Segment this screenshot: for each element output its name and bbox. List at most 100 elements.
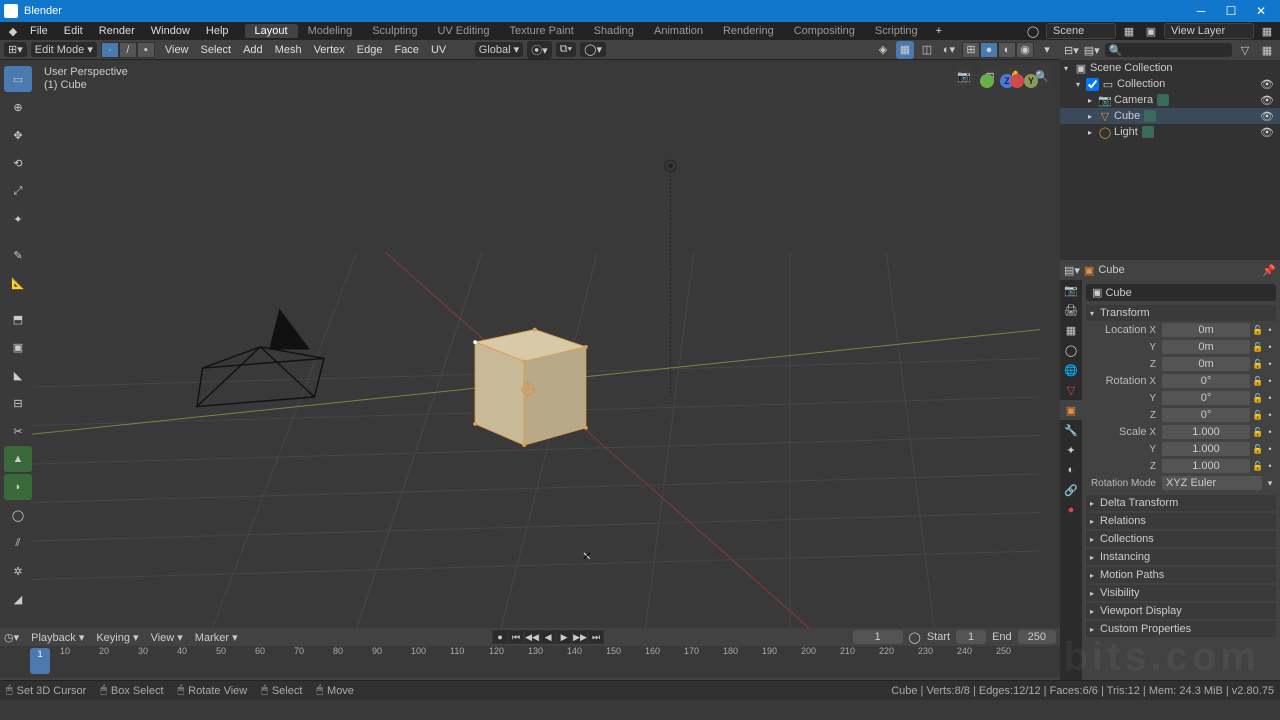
axis-y-pos[interactable]: Y bbox=[1024, 74, 1038, 88]
physics-tab[interactable]: ◐ bbox=[1060, 460, 1082, 480]
rip-tool[interactable]: ◢ bbox=[4, 586, 32, 612]
loc-y-field[interactable]: 0m bbox=[1162, 340, 1250, 354]
mode-selector[interactable]: Edit Mode ▾ bbox=[31, 42, 97, 57]
visibility-toggle[interactable]: 👁 bbox=[1260, 110, 1274, 123]
polybuild-tool[interactable]: ▲ bbox=[4, 446, 32, 472]
measure-tool[interactable]: 📐 bbox=[4, 270, 32, 296]
menu-render[interactable]: Render bbox=[91, 25, 143, 37]
rot-x-field[interactable]: 0° bbox=[1162, 374, 1250, 388]
viewlayer-tab[interactable]: ▦ bbox=[1060, 320, 1082, 340]
lock-icon[interactable]: 🔓 bbox=[1252, 325, 1264, 336]
rotation-mode-field[interactable]: XYZ Euler bbox=[1162, 476, 1262, 490]
menu-edit[interactable]: Edit bbox=[56, 25, 91, 37]
object-tab[interactable]: ▣ bbox=[1060, 400, 1082, 420]
workspace-tab-rendering[interactable]: Rendering bbox=[713, 24, 784, 38]
proportional-button[interactable]: ◯▾ bbox=[580, 42, 606, 57]
rot-z-field[interactable]: 0° bbox=[1162, 408, 1250, 422]
object-name-field[interactable]: ▣ Cube bbox=[1086, 284, 1276, 301]
tl-menu-keying[interactable]: Keying ▾ bbox=[90, 632, 144, 644]
lock-icon[interactable]: 🔓 bbox=[1252, 342, 1264, 353]
vertex-select-button[interactable]: · bbox=[101, 42, 119, 58]
rotate-tool[interactable]: ⟲ bbox=[4, 150, 32, 176]
rot-y-field[interactable]: 0° bbox=[1162, 391, 1250, 405]
visibility-toggle[interactable]: 👁 bbox=[1260, 94, 1274, 107]
workspace-tab-animation[interactable]: Animation bbox=[644, 24, 713, 38]
vp-menu-select[interactable]: Select bbox=[195, 44, 238, 56]
select-box-tool[interactable]: ▭ bbox=[4, 66, 32, 92]
play-button[interactable]: ▶ bbox=[556, 630, 572, 644]
outliner-search[interactable]: 🔍 bbox=[1105, 43, 1232, 57]
wireframe-shading[interactable]: ⊞ bbox=[962, 42, 980, 58]
objectdata-tab[interactable]: ▽ bbox=[1060, 380, 1082, 400]
extrude-tool[interactable]: ⬒ bbox=[4, 306, 32, 332]
workspace-tab-modeling[interactable]: Modeling bbox=[298, 24, 363, 38]
spin-tool[interactable]: ◗ bbox=[4, 474, 32, 500]
output-tab[interactable]: 🖨 bbox=[1060, 300, 1082, 320]
vp-menu-view[interactable]: View bbox=[159, 44, 195, 56]
edge-select-button[interactable]: / bbox=[119, 42, 137, 58]
end-frame-field[interactable]: 250 bbox=[1018, 630, 1056, 644]
panel-collections[interactable]: ▸Collections bbox=[1086, 531, 1276, 547]
scene-collection-row[interactable]: ▾▣ Scene Collection bbox=[1060, 60, 1280, 76]
lock-icon[interactable]: 🔓 bbox=[1252, 410, 1264, 421]
loc-x-field[interactable]: 0m bbox=[1162, 323, 1250, 337]
overlay-toggle-button[interactable]: ▦ bbox=[896, 41, 914, 59]
new-scene-button[interactable]: ▦ bbox=[1120, 22, 1138, 40]
autokey-popover[interactable]: ◯ bbox=[909, 631, 921, 644]
timeline-editor-button[interactable]: ◷▾ bbox=[4, 631, 19, 644]
new-viewlayer-button[interactable]: ▦ bbox=[1258, 22, 1276, 40]
outliner-item-cube[interactable]: ▸ ▽ Cube 👁 bbox=[1060, 108, 1280, 124]
playhead[interactable]: 1 bbox=[30, 648, 50, 674]
axis-y[interactable] bbox=[980, 74, 994, 88]
vp-menu-uv[interactable]: UV bbox=[425, 44, 452, 56]
workspace-tab-sculpting[interactable]: Sculpting bbox=[362, 24, 427, 38]
tl-menu-view[interactable]: View ▾ bbox=[145, 632, 189, 644]
transform-panel-header[interactable]: ▾Transform bbox=[1086, 305, 1276, 321]
outliner-item-light[interactable]: ▸ ◯ Light 👁 bbox=[1060, 124, 1280, 140]
panel-visibility[interactable]: ▸Visibility bbox=[1086, 585, 1276, 601]
vp-menu-add[interactable]: Add bbox=[237, 44, 269, 56]
particle-tab[interactable]: ✦ bbox=[1060, 440, 1082, 460]
xray-button[interactable]: ◫ bbox=[918, 41, 936, 59]
outliner-editor-button[interactable]: ⊟▾ bbox=[1064, 44, 1079, 57]
lock-icon[interactable]: 🔓 bbox=[1252, 393, 1264, 404]
scale-z-field[interactable]: 1.000 bbox=[1162, 459, 1250, 473]
material-tab[interactable]: ● bbox=[1060, 500, 1082, 520]
rendered-shading[interactable]: ◉ bbox=[1016, 42, 1034, 58]
vp-menu-edge[interactable]: Edge bbox=[351, 44, 389, 56]
workspace-tab-compositing[interactable]: Compositing bbox=[784, 24, 865, 38]
jump-start-button[interactable]: ⏮ bbox=[508, 630, 524, 644]
panel-relations[interactable]: ▸Relations bbox=[1086, 513, 1276, 529]
bevel-tool[interactable]: ◣ bbox=[4, 362, 32, 388]
scene-field[interactable]: Scene bbox=[1046, 23, 1116, 39]
shading-dropdown[interactable]: ◐▾ bbox=[940, 41, 958, 59]
workspace-tab-texture-paint[interactable]: Texture Paint bbox=[499, 24, 583, 38]
inset-tool[interactable]: ▣ bbox=[4, 334, 32, 360]
edgeslide-tool[interactable]: ⫽ bbox=[4, 530, 32, 556]
transform-tool[interactable]: ✦ bbox=[4, 206, 32, 232]
tl-menu-marker[interactable]: Marker ▾ bbox=[189, 632, 244, 644]
snap-button[interactable]: ⧉▾ bbox=[556, 42, 576, 57]
workspace-tab-shading[interactable]: Shading bbox=[584, 24, 644, 38]
scene-tab[interactable]: ◯ bbox=[1060, 340, 1082, 360]
loc-z-field[interactable]: 0m bbox=[1162, 357, 1250, 371]
vp-menu-mesh[interactable]: Mesh bbox=[269, 44, 308, 56]
face-select-button[interactable]: ▪ bbox=[137, 42, 155, 58]
menu-window[interactable]: Window bbox=[143, 25, 198, 37]
lock-icon[interactable]: 🔓 bbox=[1252, 461, 1264, 472]
menu-file[interactable]: File bbox=[22, 25, 56, 37]
menu-help[interactable]: Help bbox=[198, 25, 237, 37]
new-collection-button[interactable]: ▦ bbox=[1258, 41, 1276, 59]
axis-x[interactable] bbox=[1010, 74, 1024, 88]
display-mode-button[interactable]: ▤▾ bbox=[1083, 41, 1101, 59]
viewlayer-field[interactable]: View Layer bbox=[1164, 23, 1254, 39]
gizmo-toggle-button[interactable]: ◈ bbox=[874, 41, 892, 59]
collection-checkbox[interactable] bbox=[1086, 78, 1099, 91]
play-reverse-button[interactable]: ◀ bbox=[540, 630, 556, 644]
autokey-button[interactable]: ● bbox=[492, 630, 508, 644]
next-key-button[interactable]: ▶▶ bbox=[572, 630, 588, 644]
panel-viewport-display[interactable]: ▸Viewport Display bbox=[1086, 603, 1276, 619]
pivot-button[interactable]: ⦿▾ bbox=[527, 41, 552, 59]
panel-delta-transform[interactable]: ▸Delta Transform bbox=[1086, 495, 1276, 511]
camera-view-button[interactable]: 📷 bbox=[954, 66, 974, 86]
